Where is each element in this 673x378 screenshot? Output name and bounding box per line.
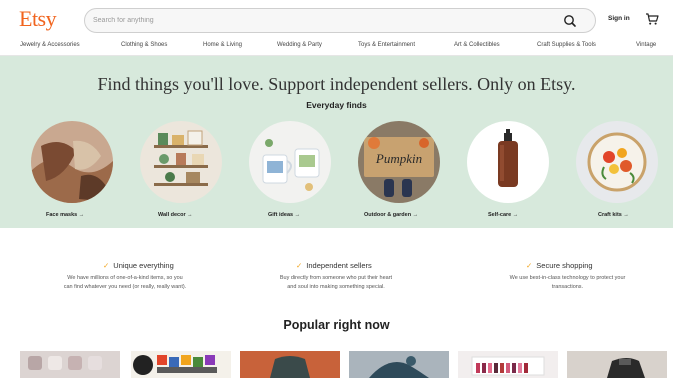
- wall-decor-image[interactable]: [140, 121, 222, 203]
- category-craft-kits[interactable]: Craft kits →: [598, 212, 629, 218]
- popular-item-thumbnail[interactable]: [240, 351, 340, 378]
- value-prop-desc-line: can find whatever you need (or really, r…: [63, 284, 187, 290]
- value-prop-desc-line: and soul into making something special.: [287, 284, 385, 290]
- gift-ideas-image[interactable]: [249, 121, 331, 203]
- popular-heading: Popular right now: [283, 318, 390, 332]
- sign-in-link[interactable]: Sign in: [608, 15, 630, 22]
- checkmark-icon: ✓: [526, 261, 533, 270]
- checkmark-icon: ✓: [103, 261, 110, 270]
- value-prop-desc-secure: We use best-in-class technology to prote…: [470, 274, 665, 292]
- nav-vintage[interactable]: Vintage: [636, 42, 656, 48]
- nav-art-collectibles[interactable]: Art & Collectibles: [454, 42, 500, 48]
- self-care-image[interactable]: [467, 121, 549, 203]
- value-prop-desc-unique: We have millions of one-of-a-kind items,…: [20, 274, 230, 292]
- value-prop-desc-line: We have millions of one-of-a-kind items,…: [67, 275, 183, 281]
- popular-item-thumbnail[interactable]: [458, 351, 558, 378]
- value-prop-secure-text: Secure shopping: [536, 261, 593, 270]
- checkmark-icon: ✓: [296, 261, 303, 270]
- search-icon[interactable]: [561, 12, 579, 30]
- value-prop-title-secure: ✓ Secure shopping: [526, 261, 593, 270]
- popular-item-thumbnail[interactable]: [567, 351, 667, 378]
- value-prop-title-independent: ✓ Independent sellers: [296, 261, 372, 270]
- nav-clothing-shoes[interactable]: Clothing & Shoes: [121, 42, 167, 48]
- craft-kits-image[interactable]: [576, 121, 658, 203]
- value-prop-independent-text: Independent sellers: [306, 261, 372, 270]
- category-self-care[interactable]: Self-care →: [488, 212, 518, 218]
- doormat-text: Pumpkin: [375, 151, 422, 166]
- face-masks-image[interactable]: [31, 121, 113, 203]
- category-outdoor-garden[interactable]: Outdoor & garden →: [364, 212, 418, 218]
- category-nav: Jewelry & Accessories Clothing & Shoes H…: [0, 40, 673, 54]
- popular-item-thumbnail[interactable]: [131, 351, 231, 378]
- header: Etsy Sign in: [0, 0, 673, 40]
- etsy-logo[interactable]: Etsy: [19, 6, 57, 32]
- search-input[interactable]: [93, 9, 553, 32]
- value-prop-unique-text: Unique everything: [113, 261, 174, 270]
- popular-item-thumbnail[interactable]: [349, 351, 449, 378]
- outdoor-garden-image[interactable]: Pumpkin: [358, 121, 440, 203]
- nav-home-living[interactable]: Home & Living: [203, 42, 242, 48]
- value-prop-title-unique: ✓ Unique everything: [103, 261, 174, 270]
- value-prop-desc-line: transactions.: [551, 284, 584, 290]
- popular-item-thumbnail[interactable]: [20, 351, 120, 378]
- nav-craft-supplies[interactable]: Craft Supplies & Tools: [537, 42, 596, 48]
- value-prop-desc-line: Buy directly from someone who put their …: [279, 275, 393, 281]
- category-wall-decor[interactable]: Wall decor →: [158, 212, 193, 218]
- category-face-masks[interactable]: Face masks →: [46, 212, 84, 218]
- cart-icon[interactable]: [645, 12, 659, 26]
- value-prop-desc-line: We use best-in-class technology to prote…: [509, 275, 626, 281]
- hero-title: Find things you'll love. Support indepen…: [97, 74, 576, 94]
- hero-subtitle: Everyday finds: [306, 100, 367, 110]
- nav-wedding-party[interactable]: Wedding & Party: [277, 42, 322, 48]
- nav-toys-entertainment[interactable]: Toys & Entertainment: [358, 42, 415, 48]
- value-prop-desc-independent: Buy directly from someone who put their …: [236, 274, 436, 292]
- search-bar[interactable]: [84, 8, 596, 33]
- nav-jewelry-accessories[interactable]: Jewelry & Accessories: [20, 42, 80, 48]
- category-gift-ideas[interactable]: Gift ideas →: [268, 212, 300, 218]
